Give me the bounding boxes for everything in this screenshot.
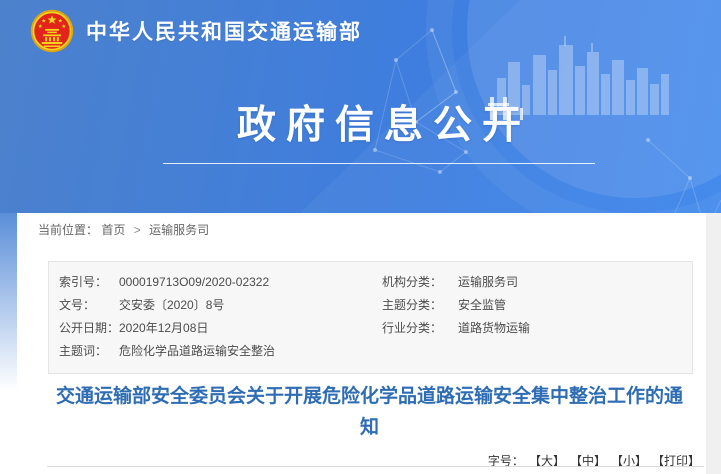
breadcrumb: 当前位置： 首页 > 运输服务司 (38, 221, 209, 238)
meta-label: 公开日期： (59, 317, 119, 340)
meta-value: 道路货物运输 (458, 317, 692, 340)
national-emblem-icon (30, 9, 74, 53)
meta-row-index: 索引号： 000019713O09/2020-02322 机构分类： 运输服务司 (59, 271, 692, 294)
meta-row-docnumber: 文号： 交安委〔2020〕8号 主题分类： 安全监管 (59, 294, 692, 317)
meta-value (458, 340, 692, 363)
horizontal-divider (47, 466, 704, 467)
document-meta-table: 索引号： 000019713O09/2020-02322 机构分类： 运输服务司… (48, 261, 693, 374)
meta-label: 索引号： (59, 271, 119, 294)
breadcrumb-separator: > (134, 223, 141, 237)
meta-value: 安全监管 (458, 294, 692, 317)
right-margin-strip (706, 213, 721, 474)
title-underline (163, 163, 595, 164)
gov-banner: 中华人民共和国交通运输部 政府信息公开 (0, 0, 721, 213)
breadcrumb-label: 当前位置： (38, 223, 98, 237)
meta-label: 机构分类： (382, 271, 458, 294)
meta-label (382, 340, 458, 363)
banner-title-block: 政府信息公开 (163, 94, 595, 164)
meta-value: 危险化学品道路运输安全整治 (119, 340, 382, 363)
breadcrumb-current: 运输服务司 (149, 223, 209, 237)
meta-row-keywords: 主题词： 危险化学品道路运输安全整治 (59, 340, 692, 363)
meta-value: 000019713O09/2020-02322 (119, 271, 382, 294)
meta-row-date: 公开日期： 2020年12月08日 行业分类： 道路货物运输 (59, 317, 692, 340)
meta-label: 主题词： (59, 340, 119, 363)
meta-label: 主题分类： (382, 294, 458, 317)
ministry-brand[interactable]: 中华人民共和国交通运输部 (30, 9, 362, 53)
page-title: 政府信息公开 (163, 94, 595, 150)
content-area: 当前位置： 首页 > 运输服务司 索引号： 000019713O09/2020-… (0, 213, 721, 474)
meta-value: 运输服务司 (458, 271, 692, 294)
left-gradient-strip (0, 213, 17, 391)
meta-label: 行业分类： (382, 317, 458, 340)
meta-value: 2020年12月08日 (119, 317, 382, 340)
breadcrumb-home-link[interactable]: 首页 (101, 223, 125, 237)
meta-label: 文号： (59, 294, 119, 317)
ministry-name: 中华人民共和国交通运输部 (86, 16, 362, 46)
meta-value: 交安委〔2020〕8号 (119, 294, 382, 317)
article-title: 交通运输部安全委员会关于开展危险化学品道路运输安全集中整治工作的通知 (48, 381, 691, 443)
